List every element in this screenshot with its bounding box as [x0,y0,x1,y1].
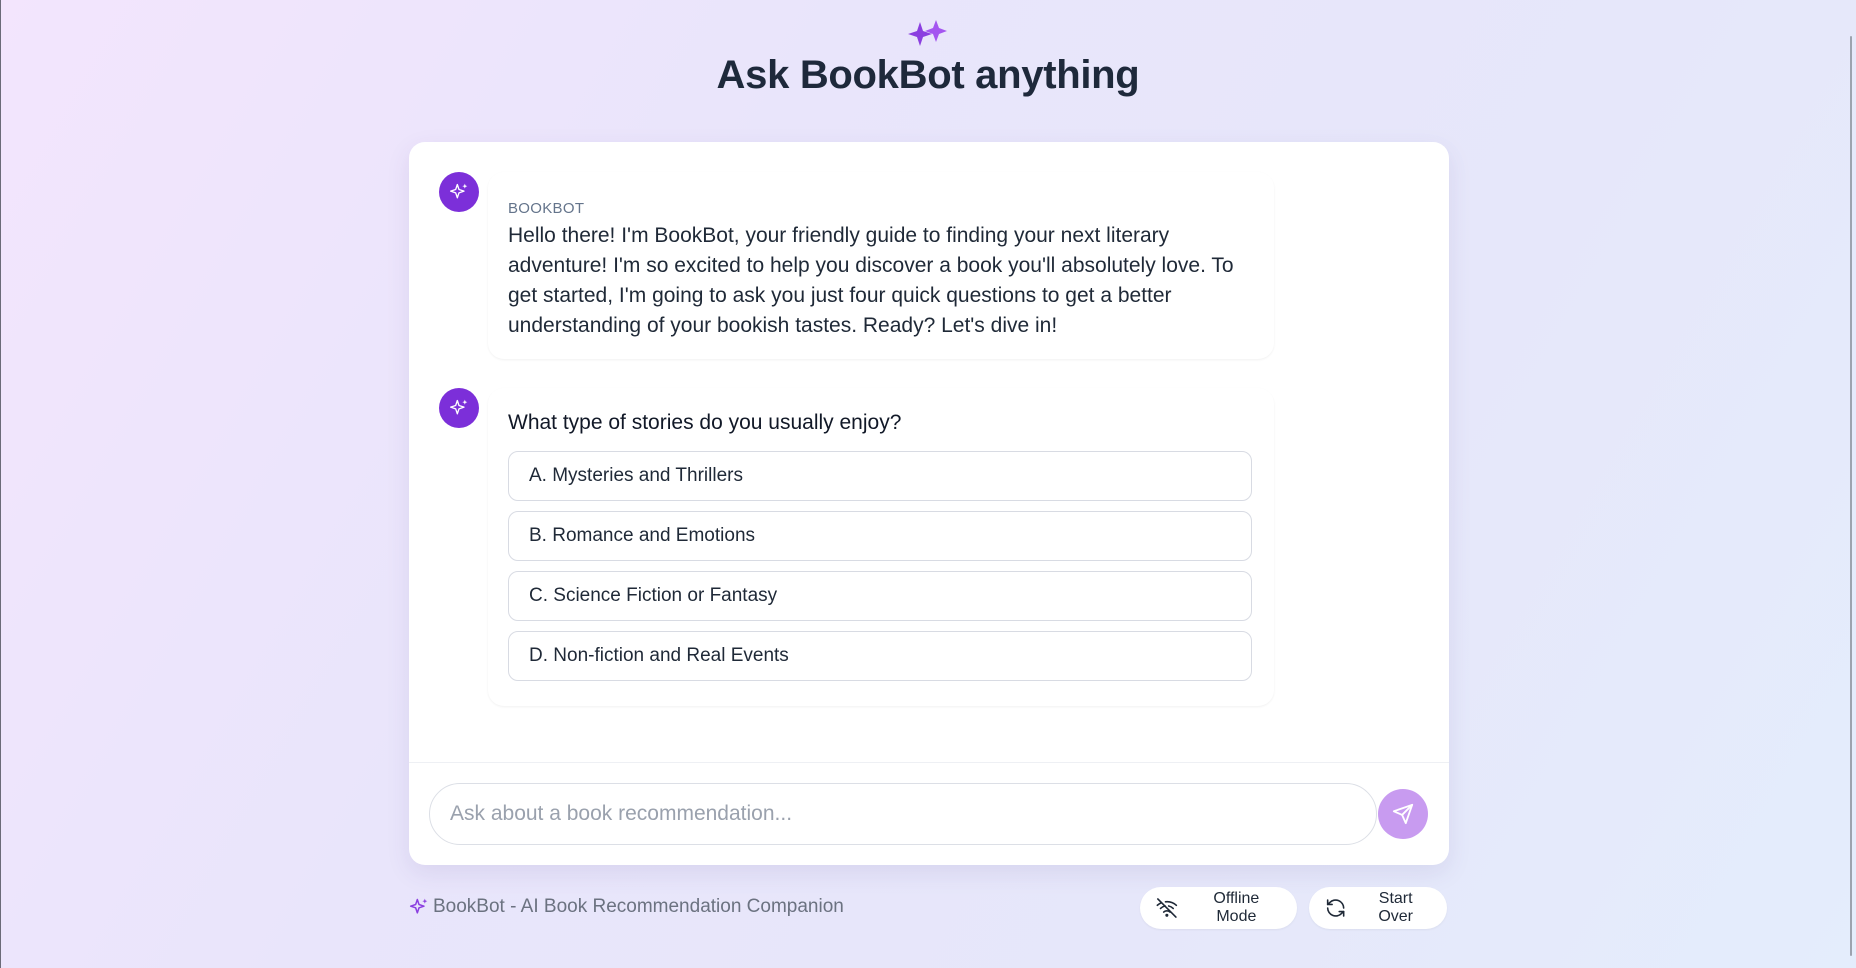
message-input[interactable] [429,783,1377,845]
send-button[interactable] [1378,789,1428,839]
scrollbar[interactable] [1840,0,1856,968]
start-over-button[interactable]: Start Over [1309,887,1447,929]
answer-options: A. Mysteries and Thrillers B. Romance an… [508,451,1254,681]
refresh-icon [1326,899,1345,917]
question-message: What type of stories do you usually enjo… [488,388,1274,706]
message-sender: BOOKBOT [508,200,585,217]
send-icon [1392,803,1414,825]
start-over-label: Start Over [1378,890,1413,925]
offline-mode-button[interactable]: Offline Mode [1140,887,1297,929]
page-title: Ask BookBot anything [716,53,1140,97]
sparkles-icon [450,399,468,415]
footer-brand: BookBot - AI Book Recommendation Compani… [409,896,844,918]
option-d-button[interactable]: D. Non-fiction and Real Events [508,631,1252,681]
message-list: BOOKBOT Hello there! I'm BookBot, your f… [409,142,1449,762]
page-header: Ask BookBot anything [0,18,1856,98]
message-text: Hello there! I'm BookBot, your friendly … [508,224,1234,337]
chat-panel: BOOKBOT Hello there! I'm BookBot, your f… [409,142,1449,865]
option-a-button[interactable]: A. Mysteries and Thrillers [508,451,1252,501]
bot-avatar [439,388,479,428]
sparkles-icon [409,898,428,914]
wifi-off-icon [1156,898,1178,918]
option-b-button[interactable]: B. Romance and Emotions [508,511,1252,561]
message-composer [409,762,1449,865]
sparkles-icon [906,18,950,46]
offline-mode-label: Offline Mode [1213,890,1260,925]
footer-brand-text: BookBot - AI Book Recommendation Compani… [433,896,844,917]
bot-avatar [439,172,479,212]
footer: BookBot - AI Book Recommendation Compani… [409,887,1449,929]
sparkles-icon [450,183,468,199]
window-edge [0,0,1,968]
option-c-button[interactable]: C. Science Fiction or Fantasy [508,571,1252,621]
scrollbar-thumb[interactable] [1850,36,1852,956]
question-text: What type of stories do you usually enjo… [508,411,902,434]
bot-message: BOOKBOT Hello there! I'm BookBot, your f… [488,172,1274,359]
